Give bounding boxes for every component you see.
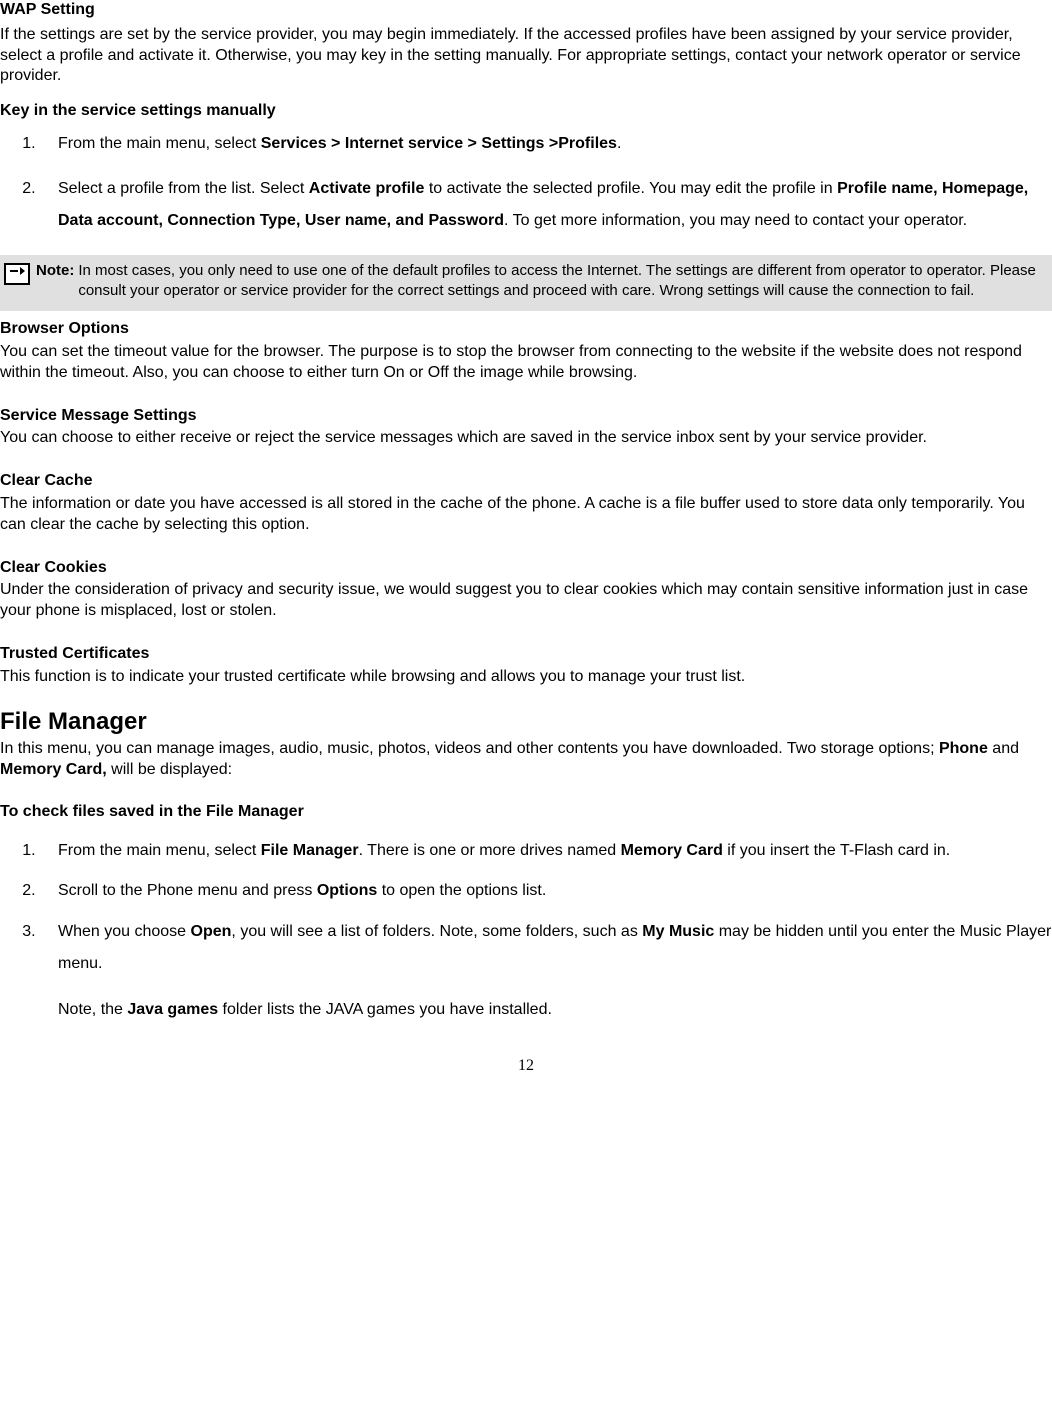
- step-bold: File Manager: [261, 842, 359, 859]
- list-item: Scroll to the Phone menu and press Optio…: [40, 881, 1052, 902]
- note-box: Note: In most cases, you only need to us…: [0, 255, 1052, 312]
- intro-text: and: [988, 740, 1019, 757]
- step-bold: Open: [191, 923, 232, 940]
- step-text: to open the options list.: [377, 882, 546, 899]
- clear-cookies-body: Under the consideration of privacy and s…: [0, 580, 1052, 622]
- step-text: folder lists the JAVA games you have ins…: [218, 1001, 552, 1018]
- step-bold: Java games: [127, 1001, 218, 1018]
- step-text: . To get more information, you may need …: [504, 212, 967, 229]
- step-text: .: [617, 135, 621, 152]
- step-text: . There is one or more drives named: [359, 842, 621, 859]
- intro-text: In this menu, you can manage images, aud…: [0, 740, 939, 757]
- trusted-cert-body: This function is to indicate your truste…: [0, 667, 1052, 688]
- manual-settings-heading: Key in the service settings manually: [0, 101, 1052, 122]
- file-manager-intro: In this menu, you can manage images, aud…: [0, 739, 1052, 781]
- step-bold: Memory Card: [621, 842, 723, 859]
- clear-cache-body: The information or date you have accesse…: [0, 494, 1052, 536]
- step-text: From the main menu, select: [58, 842, 261, 859]
- intro-bold: Memory Card,: [0, 761, 107, 778]
- step-bold: Activate profile: [309, 180, 425, 197]
- clear-cache-heading: Clear Cache: [0, 471, 1052, 492]
- browser-options-body: You can set the timeout value for the br…: [0, 342, 1052, 384]
- step-text: to activate the selected profile. You ma…: [424, 180, 837, 197]
- check-files-heading: To check files saved in the File Manager: [0, 802, 1052, 823]
- browser-options-heading: Browser Options: [0, 319, 1052, 340]
- intro-text: will be displayed:: [107, 761, 232, 778]
- step-text: if you insert the T-Flash card in.: [723, 842, 950, 859]
- step-bold: Options: [317, 882, 377, 899]
- service-message-heading: Service Message Settings: [0, 406, 1052, 427]
- step-text: From the main menu, select: [58, 135, 261, 152]
- intro-bold: Phone: [939, 740, 988, 757]
- note-text: In most cases, you only need to use one …: [78, 261, 1048, 302]
- clear-cookies-heading: Clear Cookies: [0, 558, 1052, 579]
- wap-setting-heading: WAP Setting: [0, 0, 1052, 21]
- step-text: , you will see a list of folders. Note, …: [231, 923, 642, 940]
- note-arrow-icon: [4, 263, 30, 285]
- manual-steps-list: From the main menu, select Services > In…: [40, 134, 1052, 237]
- step-bold: My Music: [642, 923, 714, 940]
- list-item: From the main menu, select Services > In…: [40, 134, 1052, 155]
- trusted-cert-heading: Trusted Certificates: [0, 644, 1052, 665]
- step-text: Note, the: [58, 1001, 127, 1018]
- wap-setting-intro: If the settings are set by the service p…: [0, 25, 1052, 87]
- list-item: From the main menu, select File Manager.…: [40, 835, 1052, 867]
- file-manager-heading: File Manager: [0, 706, 1052, 737]
- list-item: Select a profile from the list. Select A…: [40, 173, 1052, 237]
- service-message-body: You can choose to either receive or reje…: [0, 428, 1052, 449]
- step-bold: Services > Internet service > Settings >…: [261, 135, 617, 152]
- note-label: Note:: [36, 261, 74, 281]
- step-text: When you choose: [58, 923, 191, 940]
- check-files-list: From the main menu, select File Manager.…: [40, 835, 1052, 1026]
- step-text: Scroll to the Phone menu and press: [58, 882, 317, 899]
- step-text: Select a profile from the list. Select: [58, 180, 309, 197]
- page-number: 12: [0, 1056, 1052, 1077]
- list-item: When you choose Open, you will see a lis…: [40, 916, 1052, 1026]
